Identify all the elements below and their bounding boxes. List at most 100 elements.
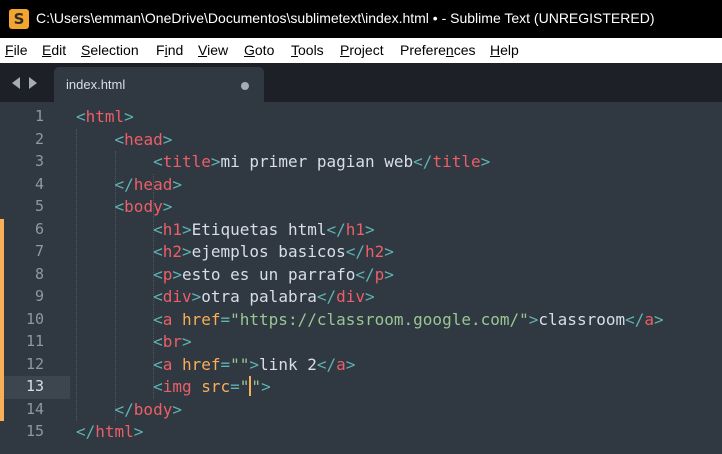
code-token: head [124, 129, 163, 149]
code-token: title [162, 152, 211, 171]
code-token: > [124, 107, 134, 126]
code-line[interactable]: <br> [76, 331, 192, 354]
code-token: > [654, 309, 664, 329]
code-token: < [153, 219, 163, 239]
code-line[interactable]: <h2>ejemplos basicos</h2> [76, 241, 394, 264]
line-number: 2 [34, 129, 44, 148]
title-bar[interactable]: S C:\Users\emman\OneDrive\Documentos\sub… [0, 0, 722, 38]
code-token: < [114, 129, 125, 149]
code-line[interactable]: <title>mi primer pagian web</title> [76, 151, 490, 174]
code-token: h1 [162, 219, 182, 239]
gutter-line: 13 [0, 376, 70, 399]
code-token: html [85, 107, 125, 126]
code-token: > [172, 399, 182, 419]
modified-line-marker [0, 241, 4, 264]
code-token: a [162, 354, 182, 374]
code-token: > [365, 287, 375, 306]
code-token: mi primer pagian web [220, 152, 414, 171]
code-token: "https://classroom.google.com/" [230, 309, 529, 329]
code-token: "" [230, 354, 250, 374]
code-token: < [114, 197, 125, 216]
modified-line-marker [0, 263, 4, 286]
code-token: </ [413, 152, 433, 171]
tab-navigation [10, 75, 42, 91]
gutter-line: 5 [0, 196, 70, 219]
tab-index-html[interactable]: index.html [54, 67, 264, 102]
code-token: > [365, 219, 375, 239]
code-line[interactable]: <a href="https://classroom.google.com/">… [76, 309, 664, 332]
unsaved-changes-dot-icon[interactable] [241, 82, 249, 90]
code-token: " [239, 377, 250, 396]
menu-item-9[interactable]: Preferences [400, 42, 476, 58]
window-title: C:\Users\emman\OneDrive\Documentos\subli… [36, 10, 655, 26]
menu-item-3[interactable]: Selection [81, 42, 139, 58]
next-tab-arrow-icon[interactable] [29, 77, 37, 89]
gutter-line: 8 [0, 263, 70, 286]
code-line[interactable]: </html> [76, 421, 143, 444]
code-token: < [153, 309, 163, 329]
menu-item-10[interactable]: Help [490, 42, 519, 58]
code-line[interactable]: <body> [76, 196, 173, 219]
code-token: p [374, 264, 385, 284]
tab-label: index.html [66, 77, 126, 92]
code-token: title [432, 152, 481, 171]
code-line[interactable]: <p>esto es un parrafo</p> [76, 264, 394, 287]
code-line[interactable]: <div>otra palabra</div> [76, 286, 375, 309]
code-line[interactable]: <img src=" "> [76, 376, 271, 399]
line-number: 3 [34, 152, 44, 170]
gutter-line: 3 [0, 151, 70, 174]
menu-item-2[interactable]: Edit [42, 42, 66, 58]
code-token: div [336, 287, 366, 306]
code-token: p [162, 264, 173, 284]
code-line[interactable]: </head> [76, 174, 182, 197]
code-token: Etiquetas html [191, 219, 327, 239]
code-token: classroom [538, 309, 626, 329]
code-line[interactable]: <h1>Etiquetas html</h1> [76, 219, 375, 242]
code-token: h1 [345, 219, 365, 239]
menu-item-8[interactable]: Project [340, 42, 384, 58]
gutter-line: 1 [0, 106, 70, 129]
code-token: h2 [162, 242, 182, 261]
editor-area[interactable]: 1 2 3 4 5 6 7 8 9 10 11 12 13 14 15 <html> <head> <tit… [0, 102, 722, 454]
code-token: < [153, 354, 163, 374]
code-token: > [384, 242, 394, 261]
menu-bar: File Edit Selection Find View Goto Tools Projec… [0, 38, 722, 63]
line-number: 1 [34, 107, 44, 125]
code-token: src [201, 377, 231, 396]
line-number: 4 [34, 174, 44, 193]
code-token: </ [76, 422, 96, 441]
previous-tab-arrow-icon[interactable] [12, 77, 20, 89]
code-token: div [162, 287, 192, 306]
code-token: > [172, 264, 182, 284]
code-token: > [210, 152, 221, 171]
menu-item-6[interactable]: Goto [244, 42, 274, 58]
menu-item-5[interactable]: View [198, 42, 228, 58]
code-token: > [261, 377, 271, 396]
line-number: 13 [25, 377, 44, 395]
menu-item-1[interactable]: File [5, 42, 28, 58]
code-token: body [124, 197, 163, 216]
code-token: h2 [365, 242, 385, 261]
code-token: </ [316, 287, 337, 306]
code-line[interactable]: </body> [76, 399, 182, 422]
gutter-line: 7 [0, 241, 70, 264]
code-token: " [251, 377, 262, 396]
gutter-line: 10 [0, 308, 70, 331]
menu-item-4[interactable]: Find [156, 42, 183, 58]
modified-line-marker [0, 353, 4, 376]
code-token: body [133, 399, 173, 419]
code-token: ejemplos basicos [191, 242, 346, 261]
modified-line-marker [0, 286, 4, 309]
code-line[interactable]: <head> [76, 129, 173, 152]
code-line[interactable]: <a href="">link 2</a> [76, 354, 355, 377]
code-token: </ [114, 399, 134, 419]
menu-item-7[interactable]: Tools [291, 42, 324, 58]
code-line[interactable]: <html> [76, 106, 134, 129]
line-number: 8 [34, 264, 44, 283]
